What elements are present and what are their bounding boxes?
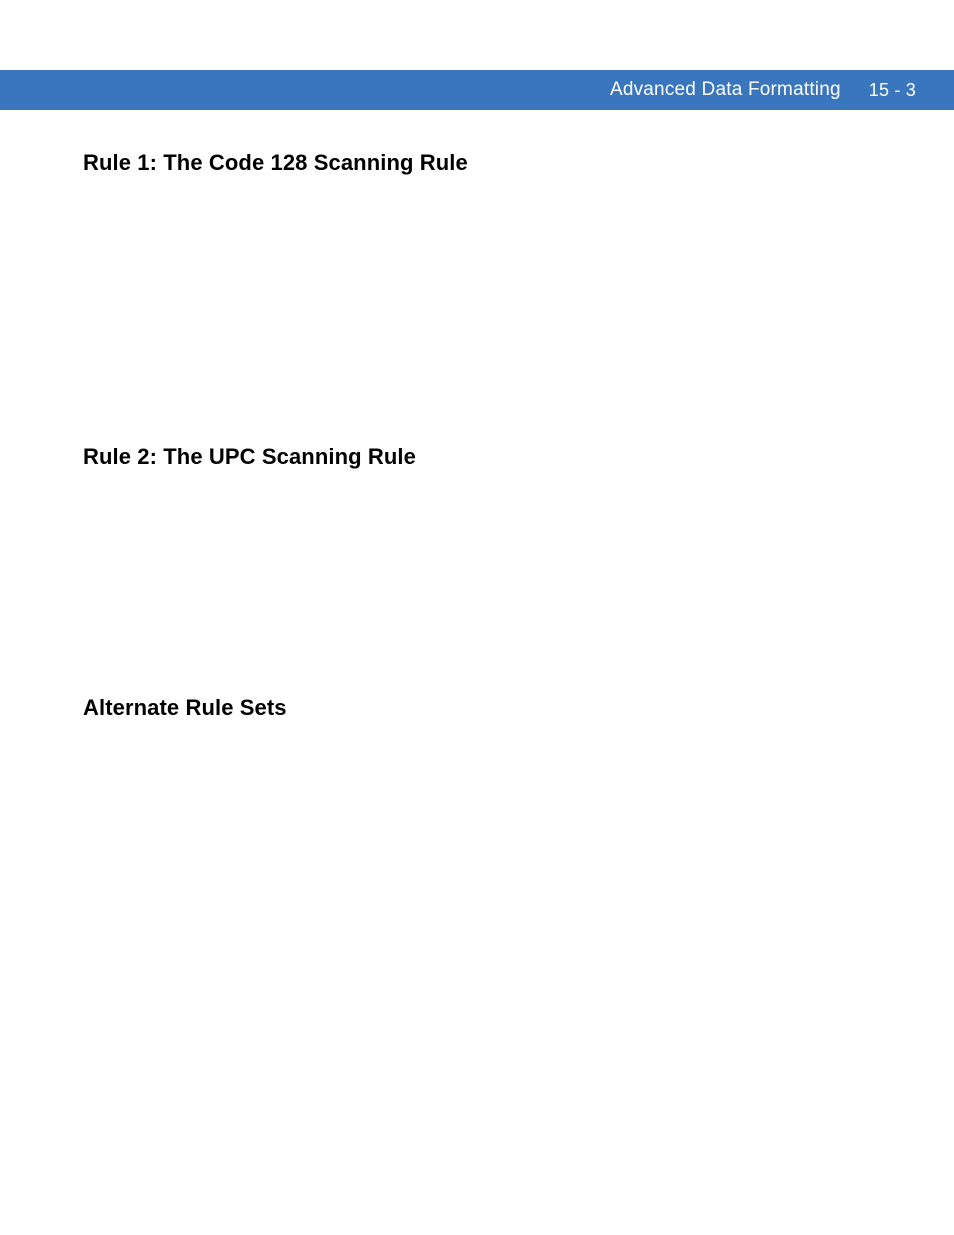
header-title: Advanced Data Formatting <box>610 79 841 101</box>
header-page-number: 15 - 3 <box>869 80 916 101</box>
page-content: Rule 1: The Code 128 Scanning Rule Rule … <box>83 150 873 721</box>
heading-rule-1: Rule 1: The Code 128 Scanning Rule <box>83 150 873 176</box>
heading-alternate-rule-sets: Alternate Rule Sets <box>83 695 873 721</box>
page-header: Advanced Data Formatting 15 - 3 <box>0 70 954 110</box>
heading-rule-2: Rule 2: The UPC Scanning Rule <box>83 444 873 470</box>
